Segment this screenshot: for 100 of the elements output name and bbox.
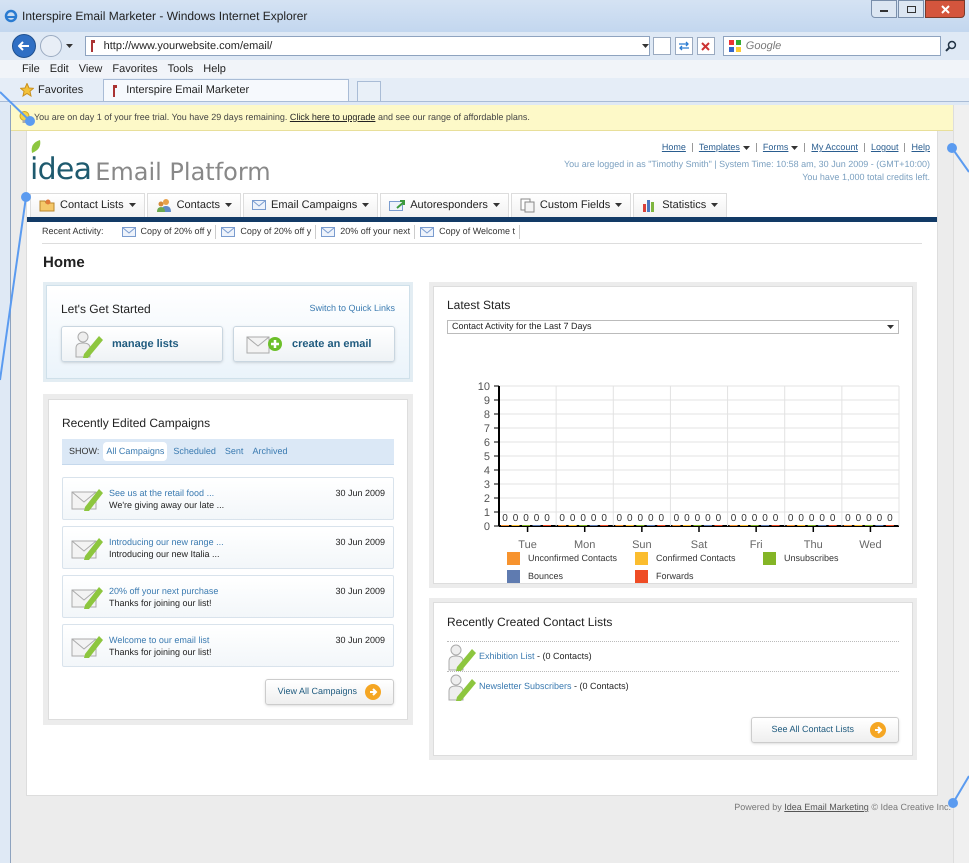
start-button[interactable]: create an email bbox=[233, 326, 395, 362]
nav-tab[interactable]: Contacts bbox=[146, 192, 242, 216]
site-icon bbox=[90, 40, 96, 52]
campaign-date: 30 Jun 2009 bbox=[335, 585, 385, 598]
axis-tick-label: Sun bbox=[632, 539, 652, 551]
favorites-button[interactable]: Favorites bbox=[20, 79, 84, 101]
menu-item[interactable]: Favorites bbox=[112, 60, 158, 78]
footer-link[interactable]: Idea Email Marketing bbox=[784, 802, 869, 812]
address-field[interactable]: http://www.yourwebsite.com/email/ bbox=[84, 36, 650, 56]
stop-button[interactable] bbox=[696, 37, 715, 55]
header-link[interactable]: Home bbox=[662, 141, 686, 154]
data-label: 0 bbox=[570, 513, 576, 524]
envelope-pencil-icon bbox=[71, 536, 105, 560]
panel-title: Latest Stats bbox=[447, 297, 512, 314]
arrow-circle-icon bbox=[365, 684, 381, 700]
campaign-summary: We're giving away our late ... bbox=[109, 498, 226, 510]
axis-tick-label: 2 bbox=[484, 493, 490, 505]
contact-list-link[interactable]: Newsletter Subscribers bbox=[479, 680, 572, 691]
menu-item[interactable]: Help bbox=[203, 60, 226, 78]
campaign-card[interactable]: Introducing our new range ... Introducing our new Italia ... 30 Jun 2009 bbox=[62, 526, 394, 569]
nav-tab[interactable]: Custom Fields bbox=[510, 192, 632, 216]
refresh-button[interactable] bbox=[675, 37, 693, 55]
data-label: 0 bbox=[601, 513, 607, 524]
axis-tick-label: 9 bbox=[484, 395, 490, 407]
campaign-title[interactable]: Welcome to our email list bbox=[109, 634, 332, 646]
back-arrow-icon bbox=[18, 41, 30, 51]
stop-icon bbox=[701, 42, 710, 50]
data-label: 0 bbox=[627, 513, 633, 524]
axis-tick-label: 10 bbox=[478, 381, 490, 393]
maximize-button[interactable] bbox=[898, 0, 924, 18]
legend-label: Unsubscribes bbox=[784, 552, 839, 565]
minimize-button[interactable] bbox=[871, 0, 897, 18]
data-label: 0 bbox=[694, 513, 700, 524]
header-link[interactable]: Help bbox=[911, 141, 930, 154]
data-label: 0 bbox=[590, 513, 596, 524]
recent-activity-item[interactable]: Copy of 20% off y bbox=[122, 225, 216, 239]
data-label: 0 bbox=[772, 513, 778, 524]
data-label: 0 bbox=[523, 513, 529, 524]
menu-item[interactable]: File bbox=[22, 60, 40, 78]
upgrade-link[interactable]: Click here to upgrade bbox=[290, 112, 376, 122]
header-link[interactable]: Templates bbox=[698, 141, 750, 154]
campaign-title[interactable]: Introducing our new range ... bbox=[109, 536, 332, 548]
campaign-date: 30 Jun 2009 bbox=[335, 634, 385, 647]
person-pencil-icon bbox=[447, 642, 477, 670]
envelope-icon bbox=[420, 227, 434, 237]
campaign-card[interactable]: See us at the retail food ... We're giving away our late ... 30 Jun 2009 bbox=[62, 477, 394, 520]
filter-tab[interactable]: Sent bbox=[222, 442, 246, 462]
filter-tab[interactable]: Scheduled bbox=[170, 442, 219, 462]
quick-links-link[interactable]: Switch to Quick Links bbox=[309, 302, 395, 316]
menu-item[interactable]: Edit bbox=[50, 60, 69, 78]
axis-tick-label: Mon bbox=[574, 539, 596, 551]
contact-list-link[interactable]: Exhibition List bbox=[479, 650, 535, 661]
data-label: 0 bbox=[788, 513, 794, 524]
header-link[interactable]: Logout bbox=[870, 141, 898, 154]
recent-activity-item[interactable]: Copy of 20% off y bbox=[221, 225, 316, 239]
nav-tab[interactable]: Contact Lists bbox=[30, 192, 145, 216]
recent-activity-item[interactable]: Copy of Welcome t bbox=[420, 225, 520, 239]
start-button[interactable]: manage lists bbox=[61, 326, 223, 362]
data-label: 0 bbox=[716, 513, 722, 524]
campaign-card[interactable]: 20% off your next purchase Thanks for joining our list! 30 Jun 2009 bbox=[62, 575, 394, 618]
filter-tab[interactable]: All Campaigns bbox=[103, 442, 168, 462]
nav-tab[interactable]: Autoresponders bbox=[380, 192, 509, 216]
data-label: 0 bbox=[674, 513, 680, 524]
logo: idea Email Platform bbox=[30, 151, 271, 184]
campaign-title[interactable]: 20% off your next purchase bbox=[109, 584, 332, 596]
campaign-summary: Introducing our new Italia ... bbox=[109, 548, 221, 560]
axis-tick-label: Tue bbox=[518, 539, 537, 551]
envelope-pencil-icon bbox=[71, 584, 105, 608]
campaign-title[interactable]: See us at the retail food ... bbox=[109, 486, 332, 498]
menu-item[interactable]: Tools bbox=[168, 60, 194, 78]
leader-line bbox=[0, 91, 35, 126]
see-all-button[interactable]: See All Contact Lists bbox=[751, 717, 899, 743]
campaign-card[interactable]: Welcome to our email list Thanks for joining our list! 30 Jun 2009 bbox=[62, 624, 394, 667]
header-link[interactable]: My Account bbox=[811, 141, 858, 154]
report-select[interactable]: Contact Activity for the Last 7 Days bbox=[447, 320, 899, 334]
view-all-button[interactable]: View All Campaigns bbox=[264, 679, 394, 705]
back-button[interactable] bbox=[12, 34, 36, 58]
caret-icon bbox=[642, 44, 650, 48]
search-icon[interactable] bbox=[945, 40, 958, 52]
data-label: 0 bbox=[762, 513, 768, 524]
envelope-icon bbox=[221, 227, 236, 237]
data-label: 0 bbox=[580, 513, 586, 524]
menu-item[interactable]: View bbox=[78, 60, 102, 78]
data-label: 0 bbox=[684, 513, 690, 524]
close-button[interactable] bbox=[925, 0, 965, 18]
browser-tab[interactable]: Interspire Email Marketer bbox=[103, 79, 350, 101]
axis-tick-label: Wed bbox=[859, 539, 882, 551]
data-label: 0 bbox=[876, 513, 882, 524]
nav-tab[interactable]: Email Campaigns bbox=[243, 192, 378, 216]
header-link[interactable]: Forms bbox=[762, 141, 798, 154]
nav-tab[interactable]: Statistics bbox=[633, 192, 728, 216]
contact-list-entry: Exhibition List - (0 Contacts) bbox=[479, 650, 592, 663]
search-field[interactable]: Google bbox=[722, 36, 942, 56]
people-icon bbox=[156, 198, 172, 212]
data-label: 0 bbox=[856, 513, 862, 524]
envelope-icon bbox=[321, 227, 336, 237]
caret-icon bbox=[742, 146, 750, 150]
recent-activity-item[interactable]: 20% off your next bbox=[321, 225, 416, 239]
site-icon bbox=[112, 84, 118, 96]
filter-tab[interactable]: Archived bbox=[249, 442, 290, 462]
